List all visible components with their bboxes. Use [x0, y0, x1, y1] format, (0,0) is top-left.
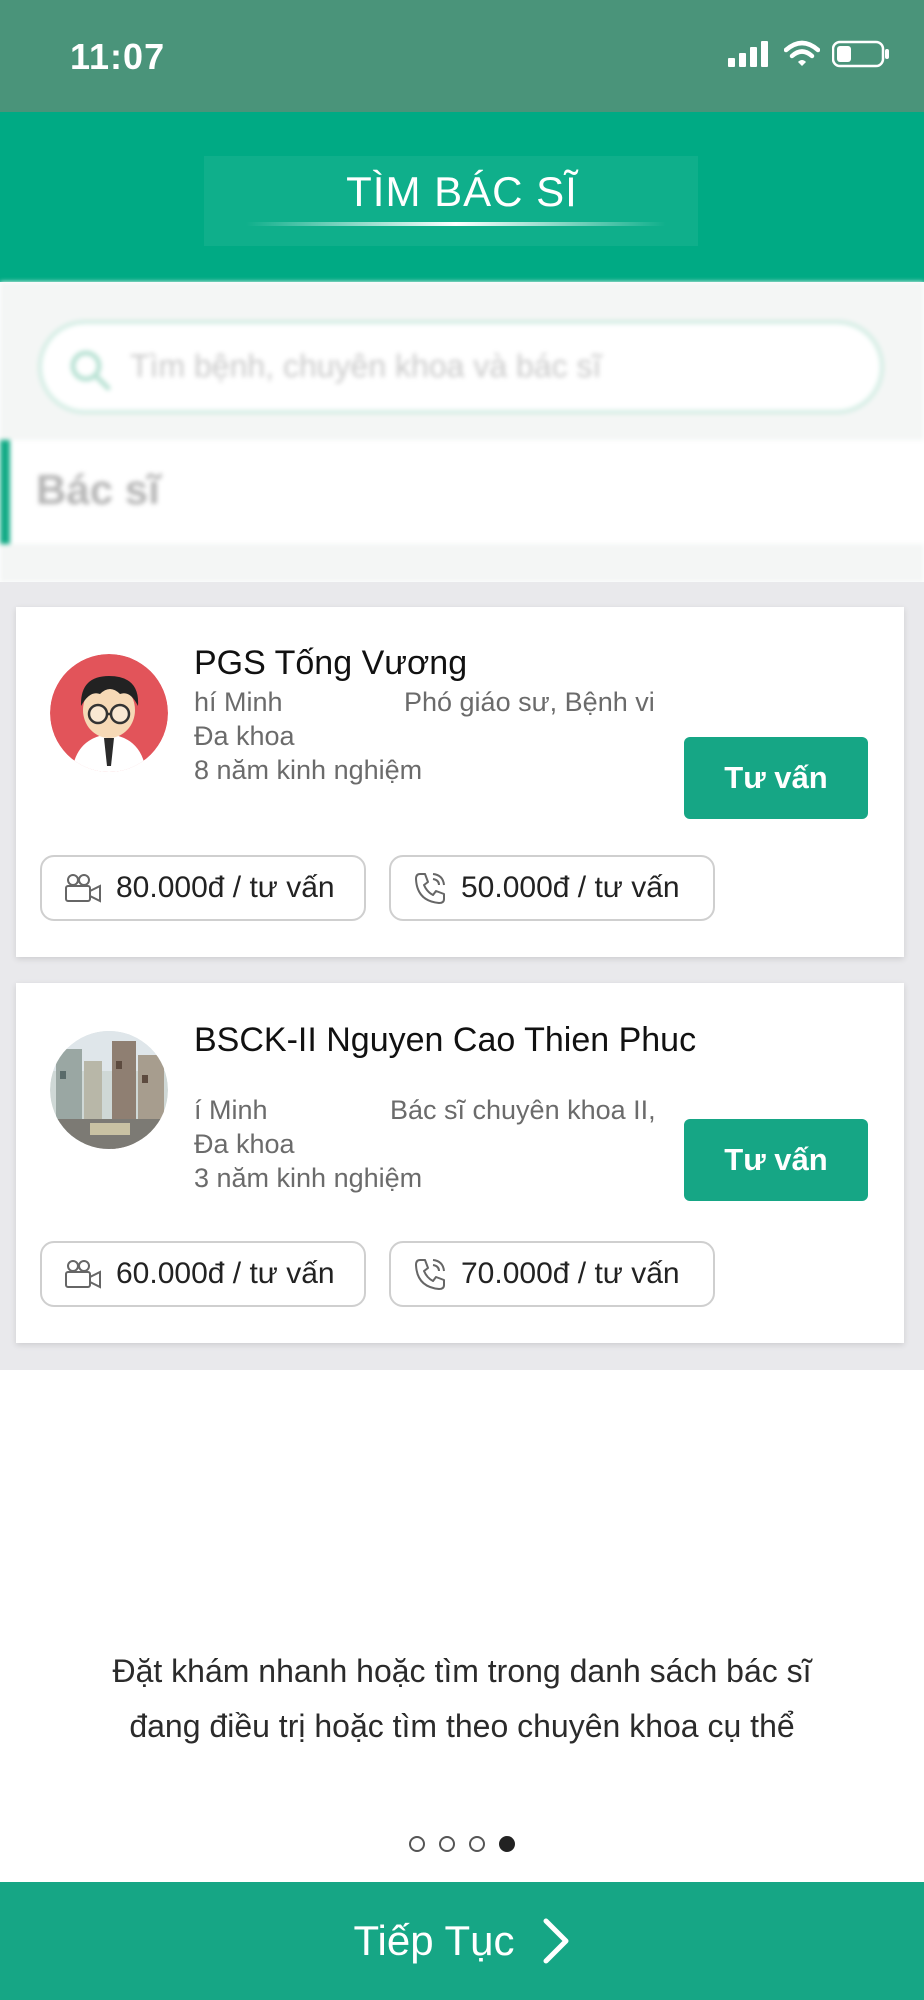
section-accent-bar — [0, 440, 10, 544]
section-label: Bác sĩ — [36, 466, 160, 513]
blurred-background: Tìm bệnh, chuyên khoa và bác sĩ Bác sĩ — [0, 282, 924, 582]
page-dot — [439, 1836, 455, 1852]
page-dot-active — [499, 1836, 515, 1852]
continue-label: Tiếp Tục — [353, 1917, 515, 1964]
page-dot — [469, 1836, 485, 1852]
status-time: 11:07 — [70, 36, 166, 77]
description-line-2: đang điều trị hoặc tìm theo chuyên khoa … — [129, 1708, 795, 1744]
chevron-right-icon — [543, 1918, 569, 1964]
doctor-avatar — [50, 1031, 168, 1149]
phone-consult-price[interactable]: 70.000đ / tư vấn — [389, 1241, 715, 1307]
doctor-card[interactable]: BSCK-II Nguyen Cao Thien Phuc í Minh Bác… — [16, 983, 904, 1343]
wifi-icon — [784, 40, 820, 66]
avatar-photo — [50, 1031, 168, 1149]
phone-icon — [415, 873, 445, 904]
consult-button[interactable]: Tư vấn — [684, 1119, 868, 1201]
doctor-name: PGS Tống Vương — [194, 644, 468, 682]
doctor-specialty: Đa khoa — [194, 721, 295, 751]
search-placeholder: Tìm bệnh, chuyên khoa và bác sĩ — [130, 348, 602, 384]
avatar-illustration — [50, 654, 168, 772]
signal-icon — [728, 41, 768, 67]
continue-button[interactable]: Tiếp Tục — [0, 1882, 924, 2000]
phone-consult-price[interactable]: 50.000đ / tư vấn — [389, 855, 715, 921]
description-line-1: Đặt khám nhanh hoặc tìm trong danh sách … — [112, 1653, 812, 1689]
phone-price-label: 50.000đ / tư vấn — [461, 871, 680, 904]
search-input[interactable]: Tìm bệnh, chuyên khoa và bác sĩ — [38, 320, 884, 414]
video-camera-icon — [65, 874, 101, 903]
video-price-label: 80.000đ / tư vấn — [116, 871, 335, 904]
page-title: TÌM BÁC SĨ — [346, 168, 578, 215]
onboarding-description: Đặt khám nhanh hoặc tìm trong danh sách … — [0, 1644, 924, 1754]
doctor-name: BSCK-II Nguyen Cao Thien Phuc — [194, 1021, 697, 1059]
doctor-position: Phó giáo sư, Bệnh vi — [404, 687, 655, 717]
page-dot — [409, 1836, 425, 1852]
video-consult-price[interactable]: 80.000đ / tư vấn — [40, 855, 366, 921]
battery-icon — [832, 40, 889, 68]
status-icons — [728, 40, 890, 68]
title-underline — [246, 222, 666, 226]
section-header: Bác sĩ — [0, 440, 924, 544]
status-bar: 11:07 — [0, 0, 924, 112]
phone-icon — [415, 1259, 445, 1290]
doctor-location: hí Minh — [194, 687, 283, 717]
phone-price-label: 70.000đ / tư vấn — [461, 1257, 680, 1290]
doctor-experience: 3 năm kinh nghiệm — [194, 1163, 423, 1193]
search-icon — [70, 350, 111, 391]
page-indicator — [0, 1836, 924, 1852]
video-consult-price[interactable]: 60.000đ / tư vấn — [40, 1241, 366, 1307]
doctor-experience: 8 năm kinh nghiệm — [194, 755, 423, 785]
doctor-location: í Minh — [194, 1095, 268, 1125]
video-price-label: 60.000đ / tư vấn — [116, 1257, 335, 1290]
doctor-avatar — [50, 654, 168, 772]
video-camera-icon — [65, 1260, 101, 1289]
doctor-specialty: Đa khoa — [194, 1129, 295, 1159]
consult-button[interactable]: Tư vấn — [684, 737, 868, 819]
doctor-card[interactable]: PGS Tống Vương hí Minh Phó giáo sư, Bệnh… — [16, 607, 904, 957]
doctor-position: Bác sĩ chuyên khoa II, — [390, 1095, 656, 1125]
